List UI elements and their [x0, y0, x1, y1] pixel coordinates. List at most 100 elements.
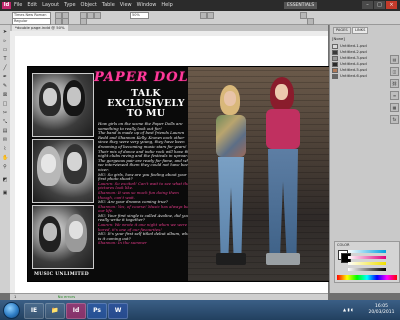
- menu-edit[interactable]: Edit: [27, 0, 37, 11]
- selection-tool-icon[interactable]: ➤: [2, 29, 8, 35]
- taskbar-photoshop-icon[interactable]: Ps: [87, 303, 107, 319]
- girl-left-boots: [216, 253, 246, 265]
- panel-tab-links[interactable]: LINKS: [352, 27, 369, 34]
- layers-panel-icon[interactable]: ◫: [390, 67, 399, 76]
- magazine-spread[interactable]: PAPER DOLLS TALK EXCLUSIVELY TO MU How g…: [27, 66, 330, 282]
- link-item[interactable]: Untitled-2.psd: [332, 49, 376, 55]
- indesign-logo-icon: Id: [2, 2, 11, 9]
- taskbar: IE 📁 Id Ps W ▲ ▮ ◖ 16:05 20/03/2011: [0, 300, 400, 320]
- link-thumbnail-icon: [332, 67, 338, 73]
- panel-tab-pages[interactable]: PAGES: [333, 27, 351, 34]
- taskbar-word-icon[interactable]: W: [108, 303, 128, 319]
- link-item[interactable]: Untitled-4.psd: [332, 61, 376, 67]
- taskbar-ie-icon[interactable]: IE: [24, 303, 44, 319]
- view-mode-icon[interactable]: ▣: [2, 190, 8, 196]
- article-text-frame[interactable]: TALK EXCLUSIVELY TO MU How girls on the …: [98, 89, 194, 279]
- pencil-tool-icon[interactable]: ✎: [2, 83, 8, 89]
- footer-text: MUSIC UNLIMITED: [34, 272, 89, 277]
- hand-tool-icon[interactable]: ✋: [2, 155, 8, 161]
- link-label: Untitled-3.psd: [340, 55, 367, 60]
- stroke-icon[interactable]: [200, 12, 207, 19]
- baseline-grid-icon[interactable]: [307, 18, 314, 25]
- girl-left-face: [224, 91, 236, 106]
- start-button[interactable]: [3, 302, 20, 319]
- rectangle-tool-icon[interactable]: □: [2, 101, 8, 107]
- clock[interactable]: 16:05 20/03/2011: [365, 304, 398, 315]
- links-panel-icon[interactable]: ⛓: [390, 79, 399, 88]
- note-tool-icon[interactable]: ✉: [2, 137, 8, 143]
- menu-view[interactable]: View: [120, 0, 132, 11]
- align-right-icon[interactable]: [94, 12, 101, 19]
- minimize-icon[interactable]: –: [362, 1, 373, 9]
- font-style-field[interactable]: Regular: [12, 18, 51, 25]
- effects-panel-icon[interactable]: fx: [390, 115, 399, 124]
- fill-icon[interactable]: [207, 12, 214, 19]
- eyedropper-tool-icon[interactable]: ⌇: [2, 146, 8, 152]
- stroke-panel-icon[interactable]: ≡: [390, 91, 399, 100]
- free-transform-tool-icon[interactable]: ⤡: [2, 119, 8, 125]
- zoom-tool-icon[interactable]: ⚲: [2, 164, 8, 170]
- link-thumbnail-icon: [332, 55, 338, 61]
- close-icon[interactable]: ×: [386, 1, 397, 9]
- page-number-field[interactable]: 1: [14, 294, 16, 299]
- pages-panel-icon[interactable]: ▤: [390, 55, 399, 64]
- link-label: Untitled-6.psd: [340, 73, 367, 78]
- main-photo[interactable]: [188, 67, 329, 281]
- menu-layout[interactable]: Layout: [42, 0, 59, 11]
- kerning-icon[interactable]: [55, 18, 62, 25]
- cyan-slider[interactable]: [348, 250, 386, 253]
- link-item[interactable]: Untitled-6.psd: [332, 73, 376, 79]
- yellow-slider[interactable]: [348, 262, 386, 265]
- photo-girls-2[interactable]: [32, 139, 94, 203]
- preflight-status[interactable]: No errors: [58, 294, 76, 299]
- photo-girls-1[interactable]: [32, 73, 94, 137]
- page-tool-icon[interactable]: ▭: [2, 47, 8, 53]
- fill-stroke-swatch-icon[interactable]: ◩: [2, 177, 8, 183]
- tracking-icon[interactable]: [62, 18, 69, 25]
- maximize-icon[interactable]: □: [374, 1, 385, 9]
- menu-file[interactable]: File: [14, 0, 22, 11]
- pen-tool-icon[interactable]: ✒: [2, 74, 8, 80]
- link-thumbnail-icon: [332, 73, 338, 79]
- window-controls: – □ ×: [362, 1, 397, 9]
- color-panel-title: COLOR: [337, 243, 350, 247]
- justify-icon[interactable]: [80, 18, 87, 25]
- menu-object[interactable]: Object: [81, 0, 97, 11]
- align-center-icon[interactable]: [87, 12, 94, 19]
- link-item[interactable]: Untitled-3.psd: [332, 55, 376, 61]
- system-tray: ▲ ▮ ◖: [343, 307, 353, 312]
- rectangle-frame-tool-icon[interactable]: ⊠: [2, 92, 8, 98]
- link-item[interactable]: Untitled-1.psd: [332, 43, 376, 49]
- columns-icon[interactable]: [300, 12, 307, 19]
- link-thumbnail-icon: [332, 49, 338, 55]
- link-thumbnail-icon: [332, 43, 338, 49]
- swatches-panel-icon[interactable]: ▦: [390, 103, 399, 112]
- menu-bar: Id File Edit Layout Type Object Table Vi…: [0, 0, 400, 11]
- status-bar: 1 No errors: [10, 293, 328, 300]
- master-none[interactable]: [None]: [332, 36, 376, 41]
- photo-girls-3[interactable]: [32, 205, 94, 269]
- link-item[interactable]: Untitled-5.psd: [332, 67, 376, 73]
- menu-window[interactable]: Window: [137, 0, 157, 11]
- taskbar-indesign-icon[interactable]: Id: [66, 303, 86, 319]
- scissors-tool-icon[interactable]: ✂: [2, 110, 8, 116]
- type-tool-icon[interactable]: T: [2, 56, 8, 62]
- color-spectrum-bar[interactable]: [337, 275, 397, 280]
- zoom-field[interactable]: 50%: [130, 12, 149, 19]
- black-slider[interactable]: [348, 268, 386, 271]
- color-panel: COLOR: [334, 241, 400, 283]
- article-paragraph: The gorgeous pair are ready for fame, an…: [98, 157, 194, 172]
- taskbar-folder-icon[interactable]: 📁: [45, 303, 65, 319]
- magenta-slider[interactable]: [348, 256, 386, 259]
- menu-help[interactable]: Help: [161, 0, 172, 11]
- menu-type[interactable]: Type: [64, 0, 75, 11]
- line-tool-icon[interactable]: ╱: [2, 65, 8, 71]
- brick-wall-background: [188, 67, 329, 281]
- gradient-tool-icon[interactable]: ▤: [2, 128, 8, 134]
- workspace-switcher[interactable]: ESSENTIALS: [284, 2, 318, 9]
- link-label: Untitled-4.psd: [340, 61, 367, 66]
- menu-table[interactable]: Table: [102, 0, 115, 11]
- article-body: How girls on the scene the Paper Dolls a…: [98, 121, 194, 246]
- article-paragraph: Shannon: In the summer: [98, 240, 147, 246]
- direct-selection-tool-icon[interactable]: ▹: [2, 38, 8, 44]
